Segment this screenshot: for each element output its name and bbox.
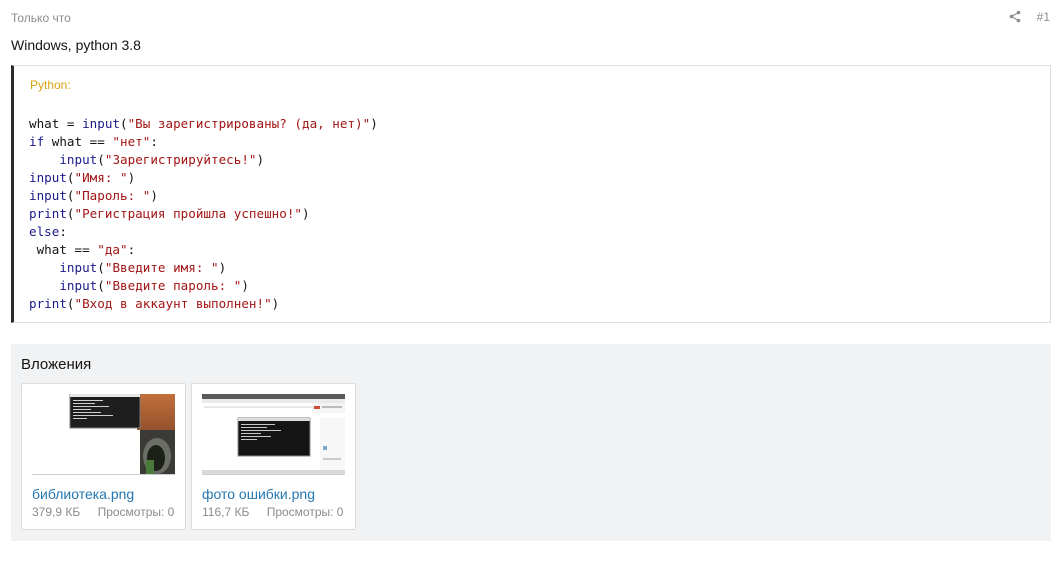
attachment-meta: 116,7 КБ Просмотры: 0 [202,505,343,519]
code-text: ) [256,152,265,167]
post-timestamp: Только что [11,11,71,25]
code-text: ) [271,296,280,311]
code-text: ( [66,206,75,221]
attachment-views: Просмотры: 0 [97,505,175,519]
code-text: ( [120,116,128,131]
code-string: "Вы зарегистрированы? (да, нет)" [127,116,371,131]
code-text: what = [29,116,83,131]
code-keyword: input [59,152,98,167]
attachments-section: Вложения библиотека.png 379,9 КБ Просмот… [11,344,1051,541]
code-string: "нет" [112,134,151,149]
code-text: : [59,224,67,239]
code-text: : [127,242,136,257]
code-string: "да" [97,242,128,257]
attachment-name[interactable]: фото ошибки.png [202,486,315,502]
code-string: "Зарегистрируйтесь!" [104,152,257,167]
attachment-thumbnail[interactable] [202,394,345,475]
attachment-size: 116,7 КБ [202,505,250,519]
post-header: Только что #1 [11,8,1050,28]
code-line: if what == "нет": [29,133,378,151]
code-line: what == "да": [29,241,378,259]
attachment-views: Просмотры: 0 [266,505,344,519]
attachment-meta: 379,9 КБ Просмотры: 0 [32,505,174,519]
code-string: "Регистрация пройшла успешно!" [74,206,302,221]
code-language-label: Python: [30,78,71,92]
code-keyword: input [59,278,98,293]
share-icon[interactable] [1009,10,1023,24]
code-string: "Введите пароль: " [104,278,242,293]
code-line: print("Вход в аккаунт выполнен!") [29,295,378,313]
code-text: ( [66,188,75,203]
code-text: ) [370,116,378,131]
code-text: ( [66,170,75,185]
code-keyword: input [29,170,67,185]
code-string: "Введите имя: " [104,260,219,275]
code-line: input("Зарегистрируйтесь!") [29,151,378,169]
post-number-link[interactable]: #1 [1037,10,1050,24]
code-keyword: input [82,116,120,131]
code-text: ( [97,260,105,275]
code-text: ) [241,278,249,293]
code-line: input("Имя: ") [29,169,378,187]
code-block: Python: what = input("Вы зарегистрирован… [11,65,1051,323]
post-message: Windows, python 3.8 [11,37,141,53]
code-text: ( [97,278,105,293]
attachment-thumbnail[interactable] [32,394,175,475]
code-string: "Вход в аккаунт выполнен!" [74,296,272,311]
forum-post: Только что #1 Windows, python 3.8 Python… [0,0,1060,561]
code-string: "Пароль: " [74,188,151,203]
code-line: input("Введите пароль: ") [29,277,378,295]
code-text: what == [29,242,98,257]
post-actions: #1 [1009,10,1050,24]
code-line: what = input("Вы зарегистрированы? (да, … [29,115,378,133]
code-text: ) [127,170,136,185]
code-text: ) [150,188,158,203]
code-line: print("Регистрация пройшла успешно!") [29,205,378,223]
code-keyword: if [29,134,45,149]
code-keyword: print [29,296,67,311]
code-line: else: [29,223,378,241]
code-text: ) [301,206,310,221]
attachment-name[interactable]: библиотека.png [32,486,134,502]
attachment-size: 379,9 КБ [32,505,81,519]
code-content: what = input("Вы зарегистрированы? (да, … [29,115,378,313]
code-line: input("Введите имя: ") [29,259,378,277]
attachment-card[interactable]: библиотека.png 379,9 КБ Просмотры: 0 [21,383,186,530]
attachments-title: Вложения [21,356,92,373]
code-keyword: input [29,188,67,203]
code-text: what == [44,134,113,149]
attachment-card[interactable]: фото ошибки.png 116,7 КБ Просмотры: 0 [191,383,356,530]
code-line: input("Пароль: ") [29,187,378,205]
code-text: ( [66,296,75,311]
code-keyword: print [29,206,67,221]
code-keyword: else [29,224,60,239]
code-text: ( [97,152,105,167]
code-string: "Имя: " [74,170,128,185]
code-text: : [150,134,158,149]
code-keyword: input [59,260,98,275]
code-text: ) [218,260,227,275]
